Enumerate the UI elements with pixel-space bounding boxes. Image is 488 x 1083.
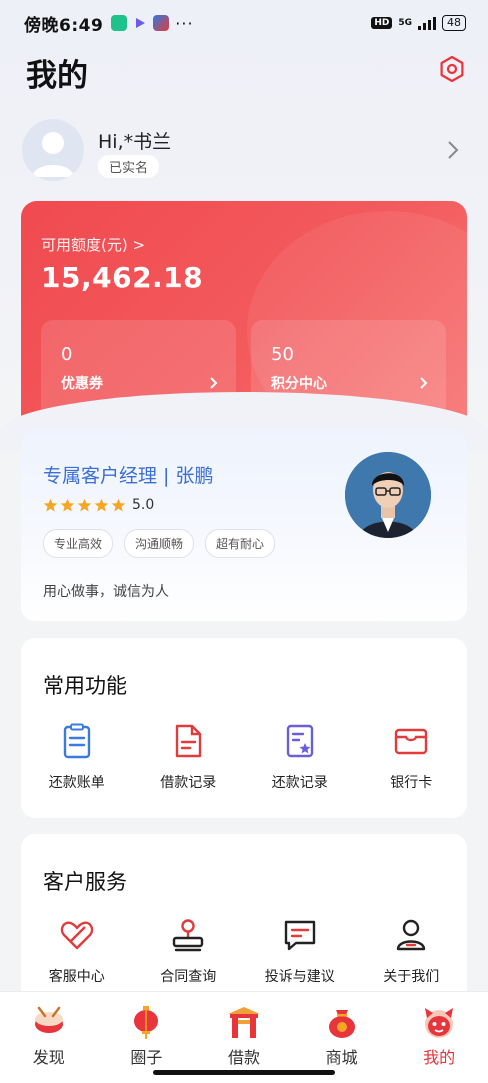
function-bank-card[interactable]: 银行卡: [356, 722, 468, 792]
function-repayment-bill[interactable]: 还款账单: [21, 722, 133, 792]
coupons-label: 优惠券: [61, 376, 103, 392]
credit-amount: 15,462.18: [41, 261, 204, 294]
message-icon: [284, 920, 315, 951]
points-label: 积分中心: [271, 376, 327, 392]
credit-label[interactable]: 可用额度(元) >: [41, 234, 145, 255]
service-complaints[interactable]: 投诉与建议: [244, 916, 356, 986]
service-contract-query[interactable]: 合同查询: [133, 916, 245, 986]
avatar[interactable]: [22, 119, 84, 181]
star-icon: [111, 498, 126, 511]
tab-label: 圈子: [130, 1048, 163, 1067]
status-bar: 傍晚6:49 ··· HD 5G 48: [0, 0, 488, 46]
lucky-bag-icon: [328, 1010, 355, 1038]
star-icon: [60, 498, 75, 511]
function-label: 银行卡: [390, 775, 433, 791]
tab-label: 借款: [227, 1048, 260, 1067]
stamp-icon: [173, 919, 204, 952]
chevron-right-icon: [210, 377, 218, 389]
play-app-icon: [136, 18, 146, 28]
home-indicator[interactable]: [153, 1070, 335, 1075]
function-label: 借款记录: [160, 775, 217, 791]
manager-tag: 专业高效: [43, 529, 114, 558]
chevron-right-icon: [420, 377, 428, 389]
manager-tags: 专业高效 沟通顺畅 超有耐心: [43, 529, 276, 558]
coupons-count: 0: [61, 344, 73, 365]
section-title: 客户服务: [43, 870, 127, 894]
gate-icon: [227, 1007, 260, 1038]
verified-badge: 已实名: [98, 155, 160, 178]
star-icon: [77, 498, 92, 511]
tab-label: 发现: [32, 1048, 65, 1067]
common-functions-grid: 还款账单 借款记录 还款记录 银行卡: [21, 722, 467, 792]
tab-discover[interactable]: 发现: [0, 992, 98, 1083]
bill-icon: [63, 723, 90, 759]
profile-row[interactable]: Hi,*书兰 已实名: [22, 119, 466, 185]
function-label: 还款账单: [48, 775, 105, 791]
customer-service-card: 客户服务 客服中心 合同查询 投诉与建议 关于我们: [21, 834, 467, 1004]
manager-photo[interactable]: [345, 452, 431, 538]
hd-icon: HD: [371, 17, 393, 29]
manager-portrait-icon: [345, 452, 431, 538]
bank-app-icon: [153, 15, 170, 31]
service-help-center[interactable]: 客服中心: [21, 916, 133, 986]
settings-icon[interactable]: [438, 55, 466, 83]
customer-service-grid: 客服中心 合同查询 投诉与建议 关于我们: [21, 916, 467, 986]
drum-icon: [34, 1006, 63, 1033]
user-icon: [397, 919, 426, 951]
function-repayment-records[interactable]: 还款记录: [244, 722, 356, 792]
star-icon: [43, 498, 58, 511]
signal-icon: [418, 16, 436, 30]
manager-title: 专属客户经理 | 张鹏: [43, 465, 214, 487]
common-functions-card: 常用功能 还款账单 借款记录 还款记录 银行卡: [21, 638, 467, 818]
manager-tag: 沟通顺畅: [124, 529, 195, 558]
page-title: 我的: [26, 58, 88, 94]
status-time: 傍晚6:49: [24, 15, 104, 36]
tab-label: 商城: [325, 1048, 358, 1067]
network-label: 5G: [398, 18, 412, 28]
service-label: 客服中心: [48, 969, 105, 985]
battery-icon: 48: [442, 15, 466, 31]
rating-value: 5.0: [132, 497, 155, 513]
battery-level: 48: [447, 16, 461, 29]
tab-mine[interactable]: 我的: [390, 992, 488, 1083]
tab-label: 我的: [423, 1048, 456, 1067]
service-label: 投诉与建议: [264, 969, 335, 985]
record-icon: [286, 724, 313, 758]
card-icon: [395, 728, 428, 755]
shield-app-icon: [111, 15, 128, 31]
document-icon: [176, 724, 202, 758]
points-count: 50: [271, 344, 294, 365]
lantern-icon: [134, 1006, 159, 1039]
function-loan-records[interactable]: 借款记录: [133, 722, 245, 792]
manager-rating: 5.0: [43, 497, 154, 513]
section-title: 常用功能: [43, 674, 127, 698]
function-label: 还款记录: [271, 775, 328, 791]
chevron-right-icon[interactable]: [446, 139, 460, 161]
status-app-icons: ···: [111, 14, 193, 33]
service-label: 合同查询: [160, 969, 217, 985]
mascot-icon: [425, 1008, 454, 1038]
service-about-us[interactable]: 关于我们: [356, 916, 468, 986]
manager-card[interactable]: 专属客户经理 | 张鹏 5.0 专业高效 沟通顺畅 超有耐心 用心做事，诚信为人: [21, 430, 467, 621]
default-avatar-icon: [32, 132, 74, 177]
service-label: 关于我们: [383, 969, 440, 985]
heart-icon: [60, 921, 93, 950]
more-notifications-icon: ···: [175, 13, 194, 33]
manager-tag: 超有耐心: [205, 529, 276, 558]
star-icon: [94, 498, 109, 511]
greeting-text: Hi,*书兰: [98, 131, 172, 153]
manager-motto: 用心做事，诚信为人: [43, 584, 169, 600]
